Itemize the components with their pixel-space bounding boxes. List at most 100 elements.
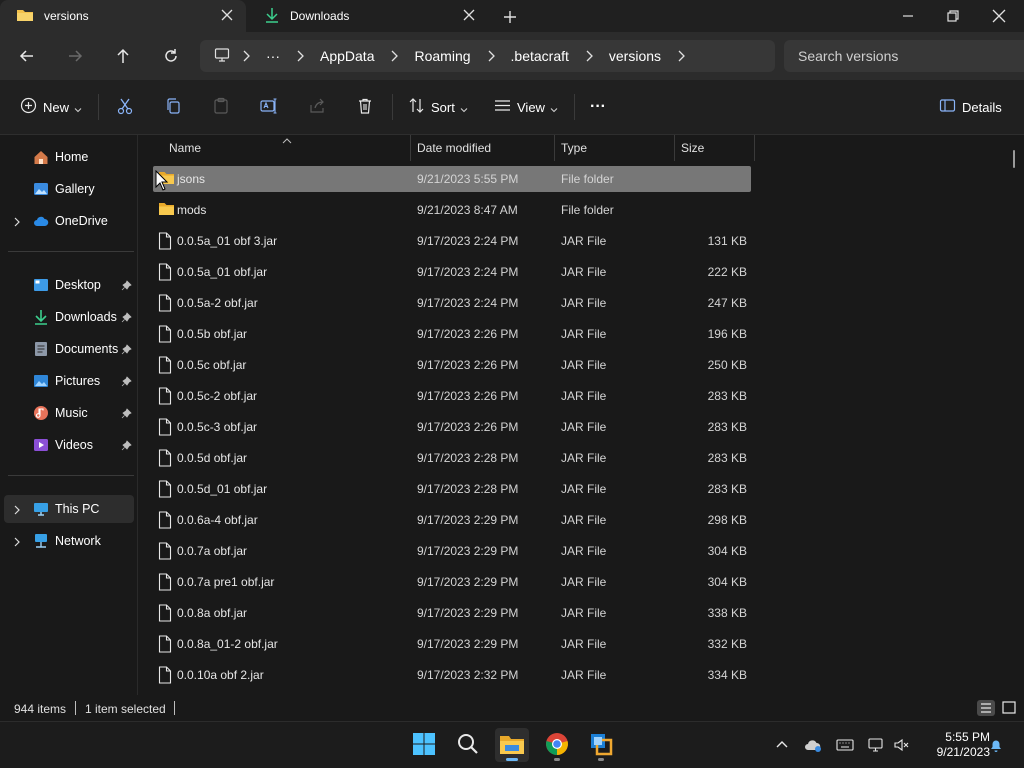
start-button[interactable] xyxy=(407,728,441,762)
details-view-toggle[interactable] xyxy=(977,700,995,716)
copy-button[interactable] xyxy=(164,96,182,118)
taskbar-search-button[interactable] xyxy=(451,728,485,762)
file-name: 0.0.5c obf.jar xyxy=(177,358,247,372)
column-divider[interactable] xyxy=(554,135,555,161)
chevron-right-icon[interactable] xyxy=(238,48,254,64)
chevron-right-icon[interactable] xyxy=(673,48,689,64)
network-status-icon[interactable] xyxy=(867,736,885,754)
column-header-type[interactable]: Type xyxy=(561,135,673,161)
pin-icon[interactable] xyxy=(121,311,132,323)
paste-button[interactable] xyxy=(212,96,230,118)
refresh-icon[interactable] xyxy=(161,46,181,66)
breadcrumb-item-versions[interactable]: versions xyxy=(609,48,661,64)
breadcrumb-item-appdata[interactable]: AppData xyxy=(320,48,374,64)
column-header-name[interactable]: Name xyxy=(169,135,409,161)
table-row[interactable]: 0.0.5d_01 obf.jar 9/17/2023 2:28 PM JAR Fi… xyxy=(153,476,751,502)
pin-icon[interactable] xyxy=(121,279,132,291)
restore-icon[interactable] xyxy=(944,7,962,25)
notification-bell-icon[interactable] xyxy=(987,736,1005,754)
volume-muted-icon[interactable] xyxy=(893,736,911,754)
chevron-right-icon[interactable] xyxy=(12,504,22,515)
taskbar-chrome[interactable] xyxy=(540,728,574,762)
onedrive-tray-icon[interactable] xyxy=(804,736,822,754)
new-button[interactable]: New xyxy=(20,96,82,118)
share-button[interactable] xyxy=(308,96,326,118)
table-row[interactable]: 0.0.10a obf 2.jar 9/17/2023 2:32 PM JAR Fi… xyxy=(153,662,751,688)
pin-icon[interactable] xyxy=(121,343,132,355)
table-row[interactable]: jsons 9/21/2023 5:55 PM File folder xyxy=(153,166,751,192)
table-row[interactable]: 0.0.7a pre1 obf.jar 9/17/2023 2:29 PM JAR … xyxy=(153,569,751,595)
sidebar-item-onedrive[interactable]: OneDrive xyxy=(4,207,134,235)
sidebar-item-home[interactable]: Home xyxy=(4,143,134,171)
rename-button[interactable] xyxy=(260,96,278,118)
details-button[interactable]: Details xyxy=(939,96,1002,118)
delete-button[interactable] xyxy=(356,96,374,118)
chevron-right-icon[interactable] xyxy=(483,48,499,64)
table-row[interactable]: 0.0.5a_01 obf 3.jar 9/17/2023 2:24 PM JAR … xyxy=(153,228,751,254)
search-input[interactable] xyxy=(798,48,1018,64)
column-divider[interactable] xyxy=(410,135,411,161)
forward-icon[interactable] xyxy=(65,46,85,66)
breadcrumb-item-roaming[interactable]: Roaming xyxy=(414,48,470,64)
sidebar-item-gallery[interactable]: Gallery xyxy=(4,175,134,203)
pin-icon[interactable] xyxy=(121,375,132,387)
table-row[interactable]: 0.0.5a-2 obf.jar 9/17/2023 2:24 PM JAR Fil… xyxy=(153,290,751,316)
chevron-right-icon[interactable] xyxy=(12,216,22,227)
back-icon[interactable] xyxy=(17,46,37,66)
up-icon[interactable] xyxy=(113,46,133,66)
sidebar-item-pictures[interactable]: Pictures xyxy=(4,367,134,395)
sidebar-item-music[interactable]: Music xyxy=(4,399,134,427)
tiles-view-toggle[interactable] xyxy=(1000,700,1018,716)
column-header-size[interactable]: Size xyxy=(681,135,753,161)
table-row[interactable]: 0.0.5c obf.jar 9/17/2023 2:26 PM JAR File 2… xyxy=(153,352,751,378)
sidebar-item-desktop[interactable]: Desktop xyxy=(4,271,134,299)
table-row[interactable]: 0.0.7a obf.jar 9/17/2023 2:29 PM JAR File 3… xyxy=(153,538,751,564)
column-divider[interactable] xyxy=(754,135,755,161)
table-row[interactable]: mods 9/21/2023 8:47 AM File folder xyxy=(153,197,751,223)
chevron-right-icon[interactable] xyxy=(386,48,402,64)
sidebar-item-downloads[interactable]: Downloads xyxy=(4,303,134,331)
clock[interactable]: 5:55 PM 9/21/2023 xyxy=(918,730,990,760)
close-window-icon[interactable] xyxy=(990,7,1008,25)
table-row[interactable]: 0.0.5a_01 obf.jar 9/17/2023 2:24 PM JAR Fi… xyxy=(153,259,751,285)
scrollbar-thumb[interactable] xyxy=(1013,150,1015,168)
chevron-right-icon[interactable] xyxy=(581,48,597,64)
taskbar-app[interactable] xyxy=(584,728,618,762)
table-row[interactable]: 0.0.5c-3 obf.jar 9/17/2023 2:26 PM JAR Fil… xyxy=(153,414,751,440)
tab-downloads[interactable]: Downloads xyxy=(248,0,488,32)
tab-versions[interactable]: versions xyxy=(0,0,246,32)
minimize-icon[interactable] xyxy=(899,7,917,25)
search-box[interactable] xyxy=(784,40,1024,72)
sidebar-item-network[interactable]: Network xyxy=(4,527,134,555)
taskbar-file-explorer[interactable] xyxy=(495,728,529,762)
new-tab-icon[interactable] xyxy=(500,7,520,27)
column-header-date[interactable]: Date modified xyxy=(417,135,553,161)
chevron-right-icon[interactable] xyxy=(12,536,22,547)
cut-button[interactable] xyxy=(116,96,134,118)
sidebar-item-documents[interactable]: Documents xyxy=(4,335,134,363)
pc-icon xyxy=(33,501,49,517)
table-row[interactable]: 0.0.6a-4 obf.jar 9/17/2023 2:29 PM JAR Fil… xyxy=(153,507,751,533)
table-row[interactable]: 0.0.5d obf.jar 9/17/2023 2:28 PM JAR File 2… xyxy=(153,445,751,471)
more-options-button[interactable]: ··· xyxy=(590,96,606,118)
breadcrumb-item-betacraft[interactable]: .betacraft xyxy=(511,48,569,64)
column-divider[interactable] xyxy=(674,135,675,161)
chevron-right-icon[interactable] xyxy=(292,48,308,64)
breadcrumb-overflow[interactable]: ··· xyxy=(266,48,280,64)
pc-icon[interactable] xyxy=(214,47,230,66)
keyboard-icon[interactable] xyxy=(836,736,854,754)
table-row[interactable]: 0.0.5b obf.jar 9/17/2023 2:26 PM JAR File 1… xyxy=(153,321,751,347)
close-tab-icon[interactable] xyxy=(220,8,234,22)
close-tab-icon[interactable] xyxy=(462,8,476,22)
breadcrumb[interactable]: ··· AppData Roaming .betacraft versions xyxy=(200,40,775,72)
sidebar-item-this-pc[interactable]: This PC xyxy=(4,495,134,523)
table-row[interactable]: 0.0.5c-2 obf.jar 9/17/2023 2:26 PM JAR Fil… xyxy=(153,383,751,409)
chevron-up-icon[interactable] xyxy=(773,736,791,754)
view-button[interactable]: View xyxy=(494,96,558,118)
table-row[interactable]: 0.0.8a_01-2 obf.jar 9/17/2023 2:29 PM JAR … xyxy=(153,631,751,657)
table-row[interactable]: 0.0.8a obf.jar 9/17/2023 2:29 PM JAR File 3… xyxy=(153,600,751,626)
sort-button[interactable]: Sort xyxy=(408,96,468,118)
sidebar-item-videos[interactable]: Videos xyxy=(4,431,134,459)
pin-icon[interactable] xyxy=(121,407,132,419)
pin-icon[interactable] xyxy=(121,439,132,451)
